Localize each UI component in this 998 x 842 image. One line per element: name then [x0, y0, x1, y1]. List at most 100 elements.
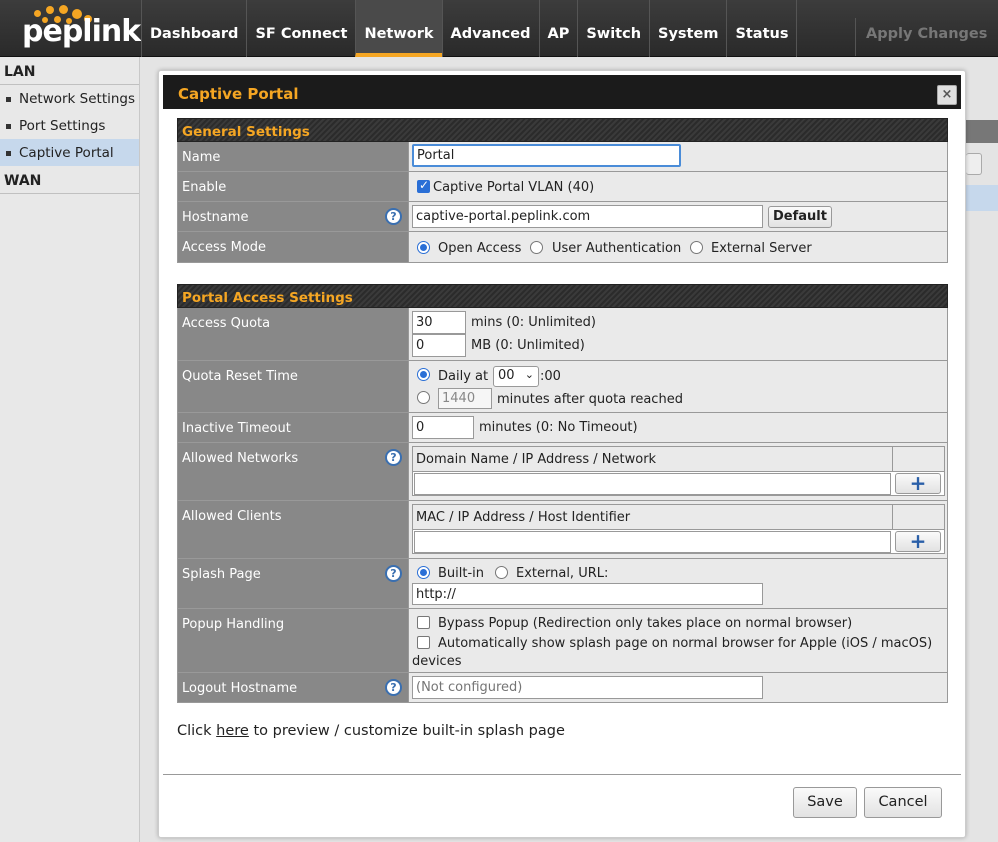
preview-suffix: to preview / customize built-in splash p…: [253, 723, 565, 739]
name-row: Name: [177, 142, 948, 172]
apple-splash-text-cont: devices: [412, 654, 462, 669]
quota-mb-text: MB (0: Unlimited): [471, 338, 585, 353]
nav-sf-connect[interactable]: SF Connect: [246, 0, 355, 57]
name-label: Name: [178, 142, 409, 171]
allowed-networks-input[interactable]: [414, 473, 891, 495]
external-server-radio[interactable]: [690, 241, 703, 254]
dialog-title: Captive Portal: [178, 85, 299, 103]
access-quota-row: Access Quota mins (0: Unlimited) MB (0: …: [177, 308, 948, 361]
inactive-timeout-input[interactable]: [412, 416, 474, 439]
access-mode-row: Access Mode Open Access User Authenticat…: [177, 232, 948, 263]
user-authentication-radio[interactable]: [530, 241, 543, 254]
logout-hostname-label: Logout Hostname ?: [178, 673, 409, 702]
allowed-clients-input[interactable]: [414, 531, 891, 553]
reset-minutes-radio[interactable]: [417, 391, 430, 404]
sidebar-item-port-settings[interactable]: Port Settings: [0, 112, 139, 139]
apple-splash-checkbox[interactable]: [417, 636, 430, 649]
reset-hour-suffix: :00: [540, 369, 561, 384]
reset-minutes-input[interactable]: [438, 388, 492, 409]
external-server-label: External Server: [711, 241, 812, 256]
sidebar-item-captive-portal[interactable]: Captive Portal: [0, 139, 139, 166]
sidebar-item-network-settings[interactable]: Network Settings: [0, 85, 139, 112]
nav-ap[interactable]: AP: [538, 0, 578, 57]
background-row: [966, 185, 998, 211]
main-nav: Dashboard SF Connect Network Advanced AP…: [141, 0, 798, 57]
general-settings-header: General Settings: [177, 118, 948, 142]
enable-checkbox[interactable]: [417, 178, 430, 193]
preview-text: Click here to preview / customize built-…: [177, 723, 565, 739]
popup-handling-row: Popup Handling Bypass Popup (Redirection…: [177, 609, 948, 673]
sidebar-header-wan[interactable]: WAN: [0, 166, 139, 194]
default-button[interactable]: Default: [768, 206, 832, 228]
cancel-button[interactable]: Cancel: [864, 787, 942, 818]
splash-external-label: External, URL:: [516, 566, 609, 581]
hostname-label-text: Hostname: [182, 210, 249, 225]
reset-hour-select[interactable]: 00 ⌄: [493, 366, 539, 387]
enable-row: Enable Captive Portal VLAN (40): [177, 172, 948, 202]
nav-system[interactable]: System: [649, 0, 726, 57]
nav-network[interactable]: Network: [355, 0, 442, 57]
sidebar-header-lan: LAN: [0, 57, 139, 85]
allowed-clients-label: Allowed Clients: [178, 501, 409, 558]
splash-builtin-label: Built-in: [438, 566, 485, 581]
reset-minutes-text: minutes after quota reached: [497, 392, 683, 407]
logout-hostname-input[interactable]: [412, 676, 763, 699]
dialog-divider: [163, 774, 961, 775]
nav-advanced[interactable]: Advanced: [441, 0, 539, 57]
quota-mins-input[interactable]: [412, 311, 466, 334]
bypass-popup-checkbox[interactable]: [417, 616, 430, 629]
quota-mb-input[interactable]: [412, 334, 466, 357]
name-input[interactable]: [412, 144, 681, 167]
close-icon[interactable]: ×: [937, 85, 957, 105]
popup-handling-label: Popup Handling: [178, 609, 409, 672]
hostname-label: Hostname ?: [178, 202, 409, 231]
splash-external-radio[interactable]: [495, 566, 508, 579]
nav-dashboard[interactable]: Dashboard: [141, 0, 246, 57]
nav-status[interactable]: Status: [726, 0, 798, 57]
inactive-timeout-label: Inactive Timeout: [178, 413, 409, 442]
splash-page-label-text: Splash Page: [182, 567, 261, 582]
nav-switch[interactable]: Switch: [577, 0, 649, 57]
reset-daily-radio[interactable]: [417, 368, 430, 381]
preview-link[interactable]: here: [216, 723, 249, 739]
allowed-clients-row: Allowed Clients MAC / IP Address / Host …: [177, 501, 948, 559]
enable-text: Captive Portal VLAN (40): [433, 180, 595, 195]
logout-hostname-row: Logout Hostname ?: [177, 673, 948, 703]
help-icon[interactable]: ?: [385, 449, 402, 466]
splash-builtin-radio[interactable]: [417, 566, 430, 579]
dialog-title-bar: Captive Portal ×: [163, 75, 961, 109]
help-icon[interactable]: ?: [385, 565, 402, 582]
allowed-networks-header-blank: [893, 447, 944, 472]
allowed-networks-table: Domain Name / IP Address / Network +: [412, 446, 945, 496]
logo-text: peplink: [22, 14, 141, 49]
portal-access-settings-header: Portal Access Settings: [177, 284, 948, 308]
access-mode-label: Access Mode: [178, 232, 409, 262]
help-icon[interactable]: ?: [385, 208, 402, 225]
allowed-networks-label: Allowed Networks ?: [178, 443, 409, 500]
allowed-networks-label-text: Allowed Networks: [182, 451, 299, 466]
allowed-clients-table: MAC / IP Address / Host Identifier +: [412, 504, 945, 554]
splash-page-row: Splash Page ? Built-in External, URL:: [177, 559, 948, 609]
apple-splash-text: Automatically show splash page on normal…: [438, 636, 933, 651]
peplink-logo[interactable]: peplink: [0, 0, 141, 57]
preview-prefix: Click: [177, 723, 212, 739]
allowed-networks-header: Domain Name / IP Address / Network: [413, 447, 893, 472]
quota-reset-row: Quota Reset Time Daily at 00 ⌄ :00 minut…: [177, 361, 948, 413]
logout-hostname-label-text: Logout Hostname: [182, 681, 298, 696]
reset-hour-value: 00: [498, 368, 515, 383]
apply-changes-button[interactable]: Apply Changes: [855, 18, 990, 56]
splash-url-input[interactable]: [412, 583, 763, 605]
splash-page-label: Splash Page ?: [178, 559, 409, 608]
add-allowed-network-button[interactable]: +: [895, 473, 941, 494]
reset-daily-text: Daily at: [438, 369, 489, 384]
hostname-input[interactable]: [412, 205, 763, 228]
open-access-radio[interactable]: [417, 241, 430, 254]
add-allowed-client-button[interactable]: +: [895, 531, 941, 552]
save-button[interactable]: Save: [793, 787, 857, 818]
inactive-timeout-row: Inactive Timeout minutes (0: No Timeout): [177, 413, 948, 443]
sidebar: LAN Network Settings Port Settings Capti…: [0, 57, 140, 842]
help-icon[interactable]: ?: [385, 679, 402, 696]
captive-portal-dialog: Captive Portal × General Settings Name E…: [158, 70, 966, 838]
access-quota-label: Access Quota: [178, 308, 409, 360]
top-navigation-bar: peplink Dashboard SF Connect Network Adv…: [0, 0, 998, 57]
